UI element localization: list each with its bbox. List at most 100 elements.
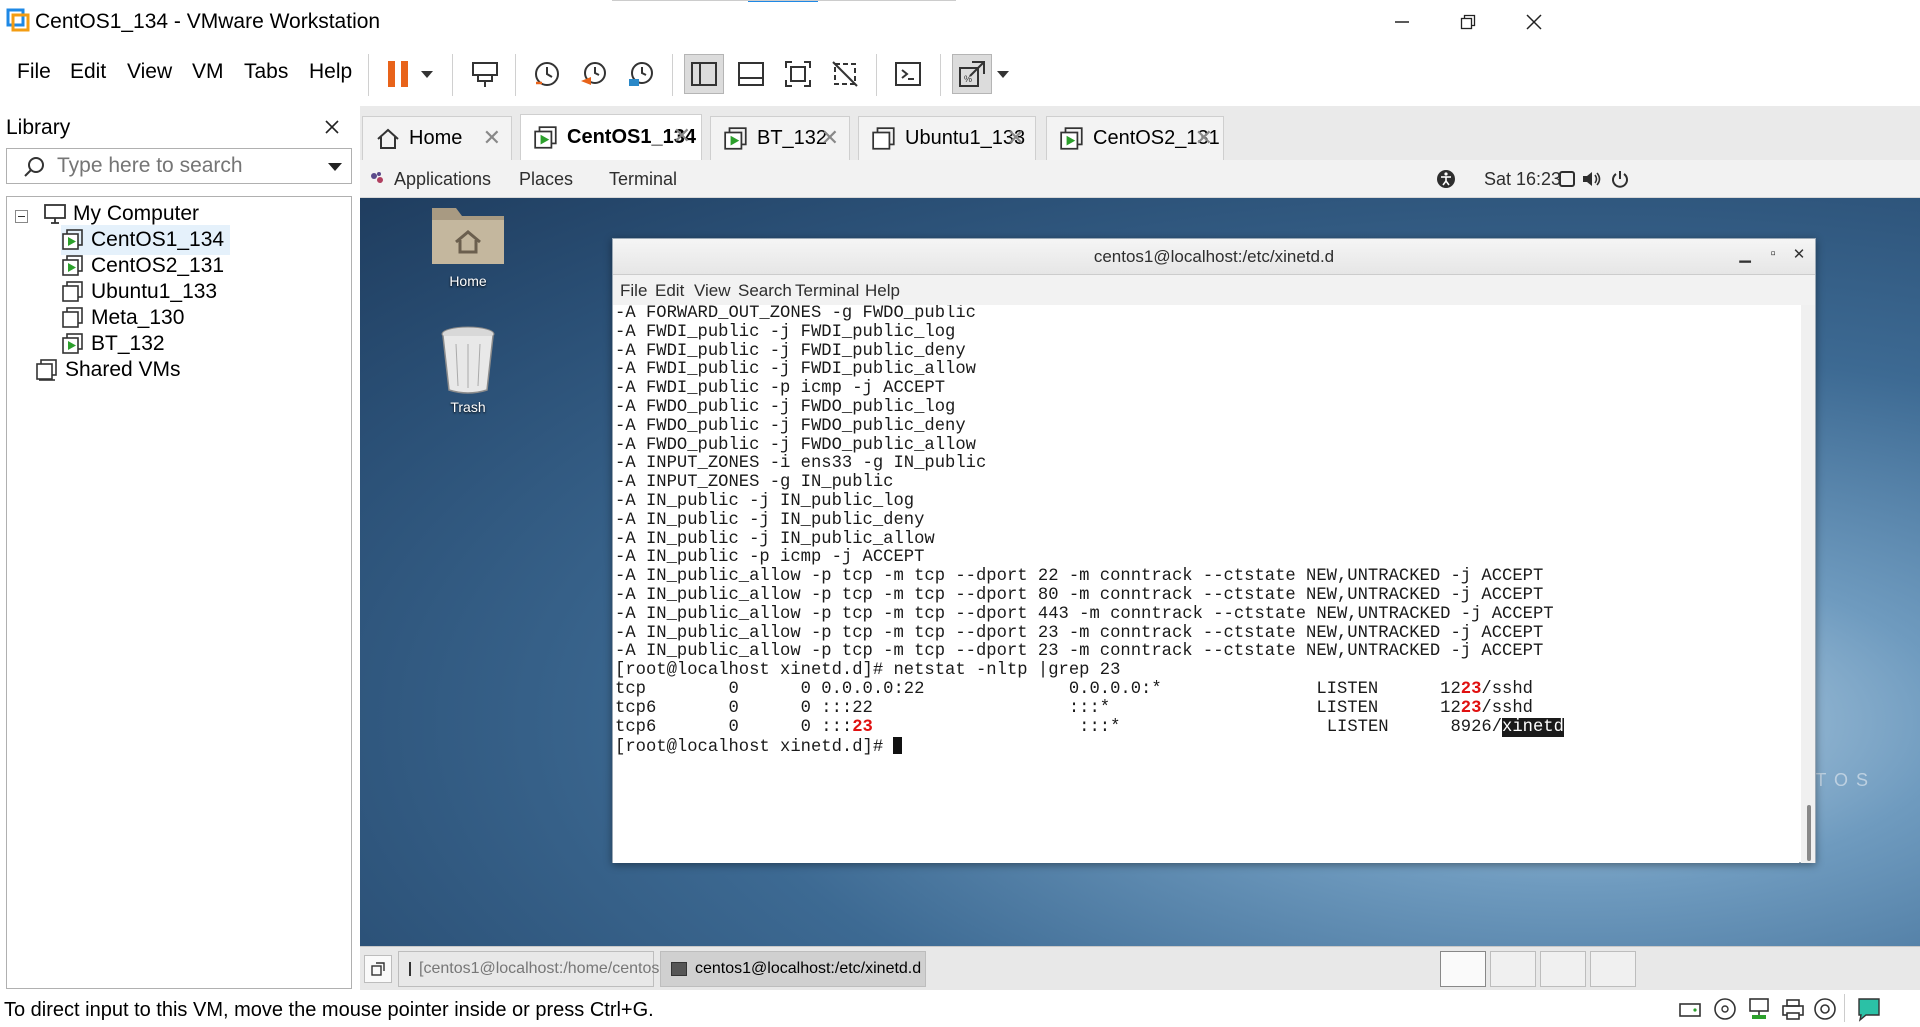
menu-help[interactable]: Help [309, 60, 352, 84]
tab-close-button[interactable]: ✕ [1007, 125, 1025, 151]
send-ctrl-alt-del-button[interactable] [465, 54, 505, 94]
vm-console[interactable]: Applications Places Terminal Sat 16:23 H… [360, 160, 1920, 990]
desktop-home-icon[interactable]: Home [408, 198, 528, 289]
workspace-2[interactable] [1490, 951, 1536, 987]
show-library-icon [691, 62, 717, 86]
terminal-line: -A FWDO_public -j FWDO_public_deny [615, 416, 966, 436]
minimize-button[interactable] [1372, 4, 1432, 40]
library-close-button[interactable] [325, 114, 339, 140]
tab-centos2-131[interactable]: CentOS2_131 ✕ [1046, 116, 1224, 160]
tab-close-button[interactable]: ✕ [1195, 125, 1213, 151]
show-desktop-button[interactable] [364, 955, 392, 983]
terminal-line: -A IN_public -p icmp -j ACCEPT [615, 548, 925, 568]
terminal-window[interactable]: centos1@localhost:/etc/xinetd.d ▁ ▫ ✕ Fi… [612, 238, 1816, 863]
terminal-menubar: File Edit View Search Terminal Help [613, 275, 1815, 305]
restore-icon [1460, 14, 1476, 30]
console-view-button[interactable] [888, 54, 928, 94]
tab-bt-132[interactable]: BT_132 ✕ [710, 116, 850, 160]
revert-snapshot-button[interactable] [574, 54, 614, 94]
terminal-line: [root@localhost xinetd.d]# netstat -nltp… [615, 661, 1121, 681]
full-screen-icon [785, 61, 811, 87]
tab-home[interactable]: Home ✕ [362, 116, 512, 160]
desktop-icon-label: Trash [450, 399, 486, 415]
printer-icon[interactable] [1780, 996, 1806, 1022]
chevron-down-icon[interactable] [327, 162, 343, 172]
status-message: To direct input to this VM, move the mou… [4, 999, 654, 1021]
sound-card-icon[interactable] [1812, 996, 1838, 1022]
taskbar-item[interactable]: [centos1@localhost:/home/centos1] [398, 951, 673, 987]
taskbar-item-active[interactable]: centos1@localhost:/etc/xinetd.d [660, 951, 926, 987]
snapshot-manager-button[interactable] [621, 54, 661, 94]
volume-icon[interactable] [1582, 170, 1602, 188]
tree-item-shared-vms[interactable]: Shared VMs [35, 355, 181, 385]
terminal-titlebar[interactable]: centos1@localhost:/etc/xinetd.d ▁ ▫ ✕ [613, 239, 1815, 275]
home-icon [377, 128, 399, 149]
vm-running-icon [724, 126, 747, 150]
network-adapter-icon[interactable] [1746, 996, 1772, 1022]
terminal-menu-edit[interactable]: Edit [655, 281, 684, 301]
hard-disk-icon[interactable] [1678, 996, 1704, 1022]
terminal-menu-help[interactable]: Help [865, 281, 900, 301]
thumbnail-bar-button[interactable] [731, 54, 771, 94]
terminal-line: -A IN_public -j IN_public_allow [615, 529, 935, 549]
menu-edit[interactable]: Edit [70, 60, 106, 84]
workspace-1[interactable] [1440, 951, 1486, 987]
applications-menu[interactable]: Applications [394, 169, 491, 190]
desktop-trash-icon[interactable]: Trash [408, 324, 528, 415]
workspace-4[interactable] [1590, 951, 1636, 987]
terminal-scrollbar[interactable] [1801, 305, 1815, 863]
thumbnail-bar-icon [738, 62, 764, 86]
terminal-line: -A FWDI_public -j FWDI_public_deny [615, 341, 966, 361]
terminal-menu-view[interactable]: View [694, 281, 731, 301]
power-dropdown-button[interactable] [412, 54, 442, 94]
terminal-menu-terminal[interactable]: Terminal [795, 281, 859, 301]
menu-vm[interactable]: VM [192, 60, 224, 84]
tab-close-button[interactable]: ✕ [821, 125, 839, 151]
show-library-button[interactable] [684, 54, 724, 94]
snapshot-manager-icon [629, 62, 653, 86]
netstat-text: /sshd [1481, 698, 1533, 718]
terminal-menu-file[interactable]: File [620, 281, 647, 301]
tree-expander[interactable] [15, 202, 29, 232]
terminal-minimize-button[interactable]: ▁ [1733, 245, 1757, 269]
tab-close-button[interactable]: ✕ [483, 125, 501, 151]
power-icon[interactable] [1610, 169, 1630, 189]
tab-centos1-134[interactable]: CentOS1_134 ✕ [520, 114, 702, 160]
toolbar-separator [368, 54, 369, 96]
terminal-maximize-button[interactable]: ▫ [1761, 245, 1785, 269]
cd-dvd-icon[interactable] [1712, 996, 1738, 1022]
gnome-foot-icon [371, 172, 383, 183]
message-log-icon[interactable] [1856, 996, 1882, 1022]
accessibility-icon[interactable] [1436, 169, 1456, 189]
window-icon[interactable] [1558, 170, 1576, 188]
places-menu[interactable]: Places [519, 169, 573, 190]
toolbar-separator [452, 54, 453, 96]
workspace-3[interactable] [1540, 951, 1586, 987]
unity-button[interactable] [825, 54, 865, 94]
menu-view[interactable]: View [127, 60, 172, 84]
library-search-input[interactable] [57, 153, 317, 179]
pause-icon [388, 61, 408, 87]
gnome-window-list: [centos1@localhost:/home/centos1] centos… [360, 946, 1920, 990]
tab-close-button[interactable]: ✕ [673, 123, 691, 149]
close-button[interactable] [1504, 4, 1564, 40]
restore-button[interactable] [1438, 4, 1498, 40]
menu-file[interactable]: File [17, 60, 51, 84]
library-search-box[interactable] [6, 148, 352, 184]
scrollbar-thumb[interactable] [1807, 805, 1811, 861]
terminal-launcher[interactable]: Terminal [609, 169, 677, 190]
stretch-dropdown-button[interactable] [988, 54, 1018, 94]
window-title: CentOS1_134 - VMware Workstation [35, 10, 381, 33]
netstat-text: :::* LISTEN 8926/ [872, 717, 1503, 737]
tree-item-label: My Computer [73, 202, 200, 225]
tab-ubuntu1-133[interactable]: Ubuntu1_133 ✕ [858, 116, 1036, 160]
terminal-output[interactable]: -A FORWARD_OUT_ZONES -g FWDO_public -A FW… [613, 305, 1799, 863]
take-snapshot-button[interactable] [527, 54, 567, 94]
terminal-menu-search[interactable]: Search [738, 281, 792, 301]
menu-tabs[interactable]: Tabs [244, 60, 288, 84]
tree-item-label: Shared VMs [65, 358, 181, 381]
stretch-guest-button[interactable]: % [952, 54, 992, 94]
full-screen-button[interactable] [778, 54, 818, 94]
terminal-close-button[interactable]: ✕ [1787, 245, 1811, 269]
clock[interactable]: Sat 16:23 [1484, 169, 1561, 190]
